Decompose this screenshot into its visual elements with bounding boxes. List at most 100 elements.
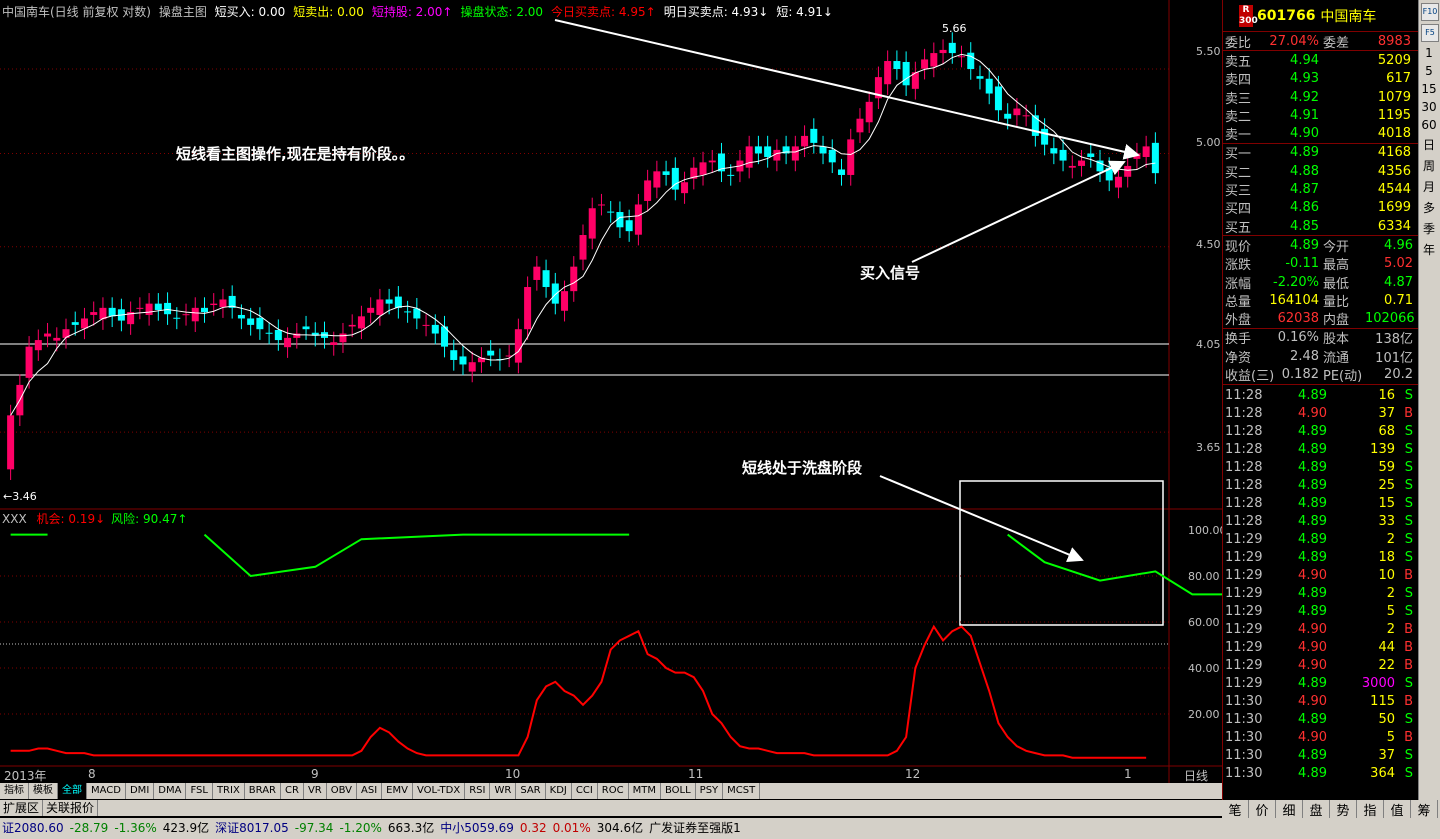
bids-row[interactable]: 买四 4.86 1699 xyxy=(1223,199,1418,217)
tab-ext-1[interactable]: 关联报价 xyxy=(43,800,99,816)
quote-tab-1[interactable]: 价 xyxy=(1249,800,1276,819)
stat-row: 换手 0.16% 股本 138亿 xyxy=(1225,330,1413,348)
x-label: 1 xyxy=(1124,767,1132,781)
header-item: 短买入: 0.00 xyxy=(214,5,286,19)
tab-全部[interactable]: 全部 xyxy=(58,783,87,799)
tick-row: 11:30 4.89 37 S xyxy=(1225,748,1413,764)
asks-row[interactable]: 卖五 4.94 5209 xyxy=(1223,51,1418,70)
tick-row: 11:29 4.89 3000 S xyxy=(1225,676,1413,692)
tab-macd[interactable]: MACD xyxy=(87,783,126,799)
quote-panel: R 300 601766 中国南车 委比 27.04% 委差 8983 卖五 4.94 52… xyxy=(1222,0,1418,839)
tab-trix[interactable]: TRIX xyxy=(213,783,245,799)
period-周-button[interactable]: 周 xyxy=(1419,157,1439,174)
candle-body xyxy=(274,329,282,341)
tab-cci[interactable]: CCI xyxy=(572,783,598,799)
tab-rsi[interactable]: RSI xyxy=(465,783,491,799)
tab-mtm[interactable]: MTM xyxy=(629,783,661,799)
period-日-button[interactable]: 日 xyxy=(1419,136,1439,153)
tab-brar[interactable]: BRAR xyxy=(245,783,281,799)
period-label[interactable]: 日线 xyxy=(1184,767,1208,784)
candle-body xyxy=(994,86,1002,111)
x-label: 8 xyxy=(88,767,96,781)
tab-ext-0[interactable]: 扩展区 xyxy=(0,800,44,816)
quote-tab-2[interactable]: 细 xyxy=(1276,800,1303,819)
period-30-button[interactable]: 30 xyxy=(1419,100,1439,114)
quote-tab-0[interactable]: 笔 xyxy=(1222,800,1249,819)
period-1-button[interactable]: 1 xyxy=(1419,46,1439,60)
candle-body xyxy=(302,326,310,330)
tab-mcst[interactable]: MCST xyxy=(723,783,761,799)
candle-body xyxy=(53,337,61,341)
tab-psy[interactable]: PSY xyxy=(696,783,724,799)
period-15-button[interactable]: 15 xyxy=(1419,82,1439,96)
indicator-tabs: 指标 模板 全部 MACD DMI DMA FSL TRIX BRAR CR VR OBV ASI EMV… xyxy=(0,783,1222,799)
tab-dma[interactable]: DMA xyxy=(154,783,187,799)
tab-wr[interactable]: WR xyxy=(490,783,517,799)
stat-row: 涨跌 -0.11 最高 5.02 xyxy=(1225,256,1413,274)
tab-cr[interactable]: CR xyxy=(281,783,304,799)
tick-row: 11:29 4.89 18 S xyxy=(1225,550,1413,566)
tab-kdj[interactable]: KDJ xyxy=(546,783,572,799)
period-季-button[interactable]: 季 xyxy=(1419,220,1439,237)
weibi-row: 委比 27.04% 委差 8983 xyxy=(1225,33,1411,51)
status-item: 广发证券至强版1 xyxy=(649,821,741,835)
y-tick: 4.50 xyxy=(1196,238,1221,251)
tab-obv[interactable]: OBV xyxy=(327,783,357,799)
period-60-button[interactable]: 60 xyxy=(1419,118,1439,132)
tab-指标[interactable]: 指标 xyxy=(0,783,29,799)
tab-dmi[interactable]: DMI xyxy=(126,783,155,799)
candle-body xyxy=(154,303,162,310)
tab-boll[interactable]: BOLL xyxy=(661,783,696,799)
candle-body xyxy=(1050,148,1058,154)
x-label: 12 xyxy=(905,767,921,781)
candle-body xyxy=(348,324,356,327)
tick-row: 11:28 4.89 16 S xyxy=(1225,388,1413,404)
y-tick: 4.05 xyxy=(1196,338,1221,351)
bids-row[interactable]: 买二 4.88 4356 xyxy=(1223,162,1418,181)
period-月-button[interactable]: 月 xyxy=(1419,178,1439,195)
candle-body xyxy=(708,160,716,163)
quote-tab-6[interactable]: 值 xyxy=(1384,800,1411,819)
asks-row[interactable]: 卖四 4.93 617 xyxy=(1223,70,1418,88)
bids-row[interactable]: 买五 4.85 6334 xyxy=(1223,217,1418,236)
asks-row[interactable]: 卖一 4.90 4018 xyxy=(1223,124,1418,143)
period-5-button[interactable]: 5 xyxy=(1419,64,1439,78)
period-多-button[interactable]: 多 xyxy=(1419,199,1439,216)
candle-body xyxy=(1004,113,1012,119)
indicator-title-bar: XXX 机会: 0.19↓ 风险: 90.47↑ xyxy=(2,510,187,527)
quote-tab-7[interactable]: 筹 xyxy=(1411,800,1438,819)
period-F10-button[interactable]: F10 xyxy=(1421,3,1439,21)
bids-row[interactable]: 买三 4.87 4544 xyxy=(1223,180,1418,199)
chance-line xyxy=(10,624,1147,759)
period-F5-button[interactable]: F5 xyxy=(1421,24,1439,42)
status-item: 304.6亿 xyxy=(596,821,644,835)
tick-row: 11:29 4.90 22 B xyxy=(1225,658,1413,674)
tick-row: 11:30 4.89 50 S xyxy=(1225,712,1413,728)
stat-row: 涨幅 -2.20% 最低 4.87 xyxy=(1225,274,1413,292)
main-chart[interactable] xyxy=(0,0,1222,783)
tab-vol-tdx[interactable]: VOL-TDX xyxy=(413,783,466,799)
quote-tab-3[interactable]: 盘 xyxy=(1303,800,1330,819)
candle-body xyxy=(136,307,144,309)
tab-vr[interactable]: VR xyxy=(304,783,327,799)
tick-list[interactable]: 11:28 4.89 16 S 11:28 4.90 37 B 11:28 4.89 68 S 11:2… xyxy=(1223,383,1418,783)
tab-模板[interactable]: 模板 xyxy=(29,783,58,799)
tab-fsl[interactable]: FSL xyxy=(186,783,213,799)
status-bar: 证2080.60 -28.79 -1.36% 423.9亿 深证8017.05 -97.3… xyxy=(0,818,1440,839)
candle-body xyxy=(837,169,845,175)
candle-body xyxy=(597,204,605,206)
sub-y-tick: 60.00 xyxy=(1188,616,1220,629)
asks-row[interactable]: 卖三 4.92 1079 xyxy=(1223,88,1418,107)
bids-row[interactable]: 买一 4.89 4168 xyxy=(1223,144,1418,162)
asks-row[interactable]: 卖二 4.91 1195 xyxy=(1223,106,1418,125)
candle-body xyxy=(579,235,587,260)
period-年-button[interactable]: 年 xyxy=(1419,241,1439,258)
tab-sar[interactable]: SAR xyxy=(516,783,546,799)
tab-emv[interactable]: EMV xyxy=(382,783,413,799)
quote-tab-5[interactable]: 指 xyxy=(1357,800,1384,819)
tab-roc[interactable]: ROC xyxy=(598,783,629,799)
tab-asi[interactable]: ASI xyxy=(357,783,383,799)
candle-body xyxy=(1151,142,1159,174)
candle-body xyxy=(764,146,772,157)
quote-tab-4[interactable]: 势 xyxy=(1330,800,1357,819)
